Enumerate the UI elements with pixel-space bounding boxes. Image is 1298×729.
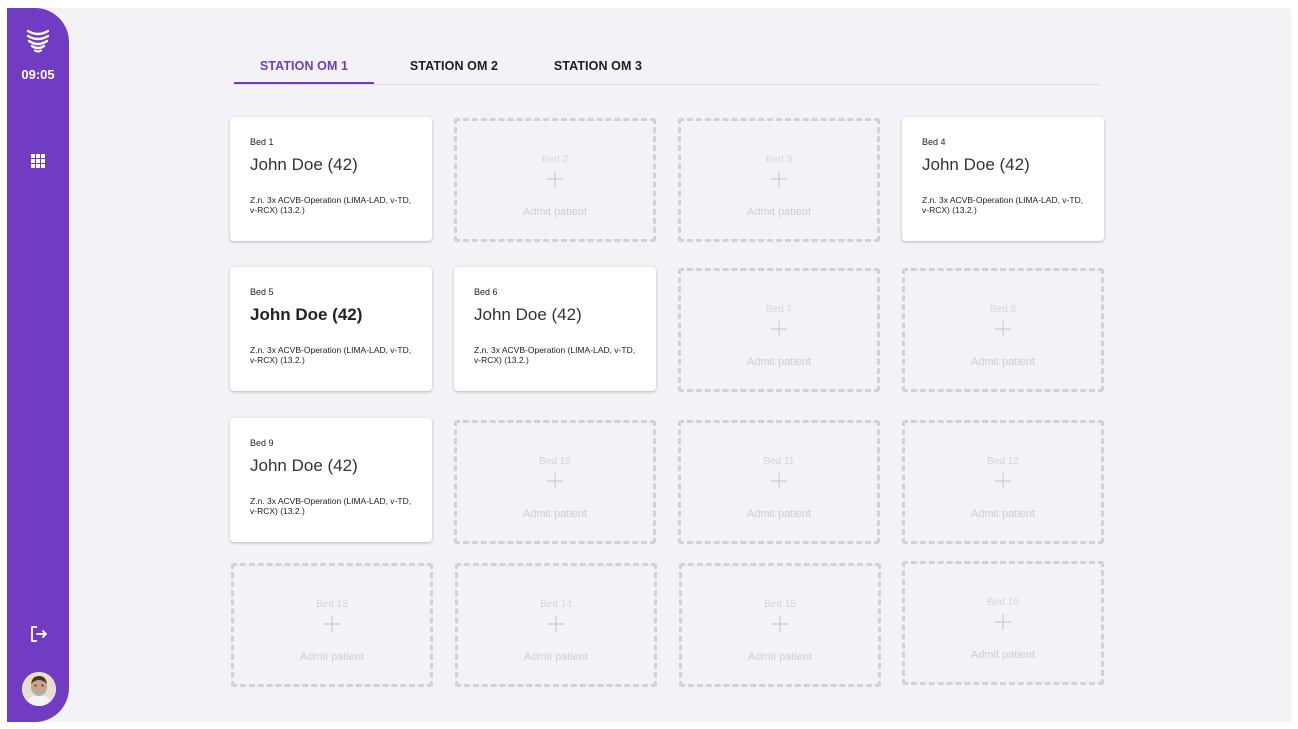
admit-patient-label: Admit patient — [747, 651, 813, 663]
bed-label: Bed 14 — [540, 599, 572, 610]
patient-name: John Doe (42) — [922, 155, 1030, 174]
bed-label: Bed 15 — [764, 599, 796, 610]
patient-name: John Doe (42) — [250, 456, 358, 475]
patient-diagnosis: Z.n. 3x ACVB-Operation (LIMA-LAD, v-TD, … — [250, 496, 412, 516]
bed-label: Bed 16 — [987, 597, 1019, 608]
patient-diagnosis: Z.n. 3x ACVB-Operation (LIMA-LAD, v-TD, … — [922, 195, 1084, 215]
plus-icon — [772, 616, 788, 632]
tab-station-om-2[interactable]: STATION OM 2 — [396, 50, 512, 84]
empty-bed-10[interactable]: Bed 10 Admit patient — [454, 420, 656, 544]
sidebar: 09:05 — [7, 8, 69, 722]
bed-card-5[interactable]: Bed 5 John Doe (42) Z.n. 3x ACVB-Operati… — [230, 267, 432, 391]
bed-label: Bed 3 — [765, 154, 793, 165]
bed-label: Bed 9 — [250, 438, 274, 448]
station-tabs: STATION OM 1 STATION OM 2 STATION OM 3 — [234, 50, 1100, 85]
patient-diagnosis: Z.n. 3x ACVB-Operation (LIMA-LAD, v-TD, … — [474, 345, 636, 365]
plus-icon — [547, 473, 563, 489]
bed-label: Bed 2 — [541, 154, 569, 165]
patient-name: John Doe (42) — [474, 305, 582, 324]
bed-label: Bed 8 — [989, 304, 1017, 315]
bed-label: Bed 12 — [987, 456, 1019, 467]
plus-icon — [995, 473, 1011, 489]
admit-patient-label: Admit patient — [523, 651, 589, 663]
plus-icon — [771, 171, 787, 187]
plus-icon — [324, 616, 340, 632]
empty-bed-14[interactable]: Bed 14 Admit patient — [455, 563, 657, 687]
empty-bed-13[interactable]: Bed 13 Admit patient — [231, 563, 433, 687]
plus-icon — [547, 171, 563, 187]
empty-bed-15[interactable]: Bed 15 Admit patient — [679, 563, 881, 687]
bed-label: Bed 5 — [250, 287, 274, 297]
bed-label: Bed 10 — [539, 456, 571, 467]
empty-bed-11[interactable]: Bed 11 Admit patient — [678, 420, 880, 544]
admit-patient-label: Admit patient — [746, 206, 812, 218]
admit-patient-label: Admit patient — [970, 508, 1036, 520]
empty-bed-16[interactable]: Bed 16 Admit patient — [902, 561, 1104, 685]
user-avatar[interactable] — [22, 672, 56, 706]
plus-icon — [771, 473, 787, 489]
logout-icon[interactable] — [29, 624, 49, 644]
bed-label: Bed 7 — [765, 304, 793, 315]
patient-diagnosis: Z.n. 3x ACVB-Operation (LIMA-LAD, v-TD, … — [250, 345, 412, 365]
admit-patient-label: Admit patient — [522, 206, 588, 218]
bed-card-6[interactable]: Bed 6 John Doe (42) Z.n. 3x ACVB-Operati… — [454, 267, 656, 391]
bed-label: Bed 11 — [763, 456, 795, 467]
user-avatar-icon — [22, 672, 56, 706]
bed-label: Bed 1 — [250, 137, 274, 147]
bed-label: Bed 13 — [316, 599, 348, 610]
admit-patient-label: Admit patient — [299, 651, 365, 663]
admit-patient-label: Admit patient — [746, 356, 812, 368]
tab-station-om-3[interactable]: STATION OM 3 — [540, 50, 656, 84]
bed-label: Bed 6 — [474, 287, 498, 297]
plus-icon — [995, 614, 1011, 630]
plus-icon — [548, 616, 564, 632]
empty-bed-8[interactable]: Bed 8 Admit patient — [902, 268, 1104, 392]
clock-time: 09:05 — [21, 67, 55, 82]
admit-patient-label: Admit patient — [522, 508, 588, 520]
admit-patient-label: Admit patient — [970, 649, 1036, 661]
patient-name: John Doe (42) — [250, 155, 358, 174]
bed-card-1[interactable]: Bed 1 John Doe (42) Z.n. 3x ACVB-Operati… — [230, 117, 432, 241]
empty-bed-7[interactable]: Bed 7 Admit patient — [678, 268, 880, 392]
bed-label: Bed 4 — [922, 137, 946, 147]
patient-diagnosis: Z.n. 3x ACVB-Operation (LIMA-LAD, v-TD, … — [250, 195, 412, 215]
wave-logo-icon — [26, 29, 50, 53]
bed-card-9[interactable]: Bed 9 John Doe (42) Z.n. 3x ACVB-Operati… — [230, 418, 432, 542]
admit-patient-label: Admit patient — [970, 356, 1036, 368]
tab-station-om-1[interactable]: STATION OM 1 — [234, 50, 374, 84]
empty-bed-12[interactable]: Bed 12 Admit patient — [902, 420, 1104, 544]
plus-icon — [995, 321, 1011, 337]
empty-bed-2[interactable]: Bed 2 Admit patient — [454, 118, 656, 242]
grid-apps-icon[interactable] — [29, 152, 47, 170]
empty-bed-3[interactable]: Bed 3 Admit patient — [678, 118, 880, 242]
patient-name: John Doe (42) — [250, 305, 363, 324]
plus-icon — [771, 321, 787, 337]
bed-card-4[interactable]: Bed 4 John Doe (42) Z.n. 3x ACVB-Operati… — [902, 117, 1104, 241]
admit-patient-label: Admit patient — [746, 508, 812, 520]
